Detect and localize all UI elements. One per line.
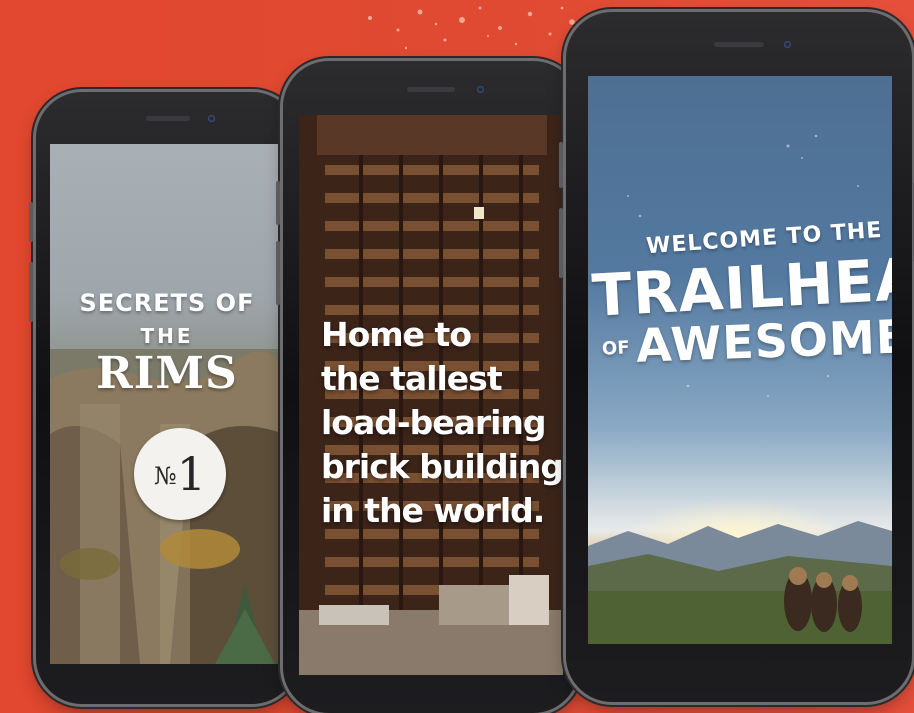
- phone-screen: SECRETS OF THE RIMS №1: [50, 144, 284, 664]
- promo-scene: { "colors": { "background": "#e2472f", "…: [0, 0, 914, 713]
- front-camera: [208, 115, 215, 122]
- front-camera: [784, 41, 791, 48]
- phone-brick-building: Home to the tallest load-bearing brick b…: [276, 61, 579, 713]
- badge-number: 1: [176, 447, 206, 501]
- rims-title: RIMS: [96, 348, 238, 399]
- phone-screen: WELCOME TO THE TRAILHEAD OF AWESOME: [588, 76, 892, 644]
- speaker-grille: [714, 42, 764, 47]
- speaker-grille: [407, 87, 455, 92]
- caption-line: in the world.: [321, 491, 545, 530]
- number-badge: №1: [134, 428, 226, 520]
- the-title: THE: [140, 324, 194, 348]
- number-sign: №: [154, 462, 177, 490]
- caption-line: load-bearing: [321, 403, 547, 442]
- phone-trailhead-of-awesome: WELCOME TO THE TRAILHEAD OF AWESOME: [559, 12, 914, 702]
- front-camera: [477, 86, 484, 93]
- caption-line: Home to: [321, 315, 472, 354]
- phone-screen: Home to the tallest load-bearing brick b…: [299, 115, 563, 675]
- canyon-rock-illustration: [50, 349, 284, 664]
- building-caption: Home to the tallest load-bearing brick b…: [321, 313, 563, 533]
- speaker-grille: [146, 116, 190, 121]
- caption-line: the tallest: [321, 359, 503, 398]
- secrets-of-title: SECRETS OF: [79, 289, 255, 317]
- caption-line: brick building: [321, 447, 563, 486]
- of-text: OF: [601, 337, 631, 360]
- awesome-text: AWESOME: [635, 309, 892, 373]
- phone-secrets-of-the-rims: SECRETS OF THE RIMS №1: [29, 92, 298, 704]
